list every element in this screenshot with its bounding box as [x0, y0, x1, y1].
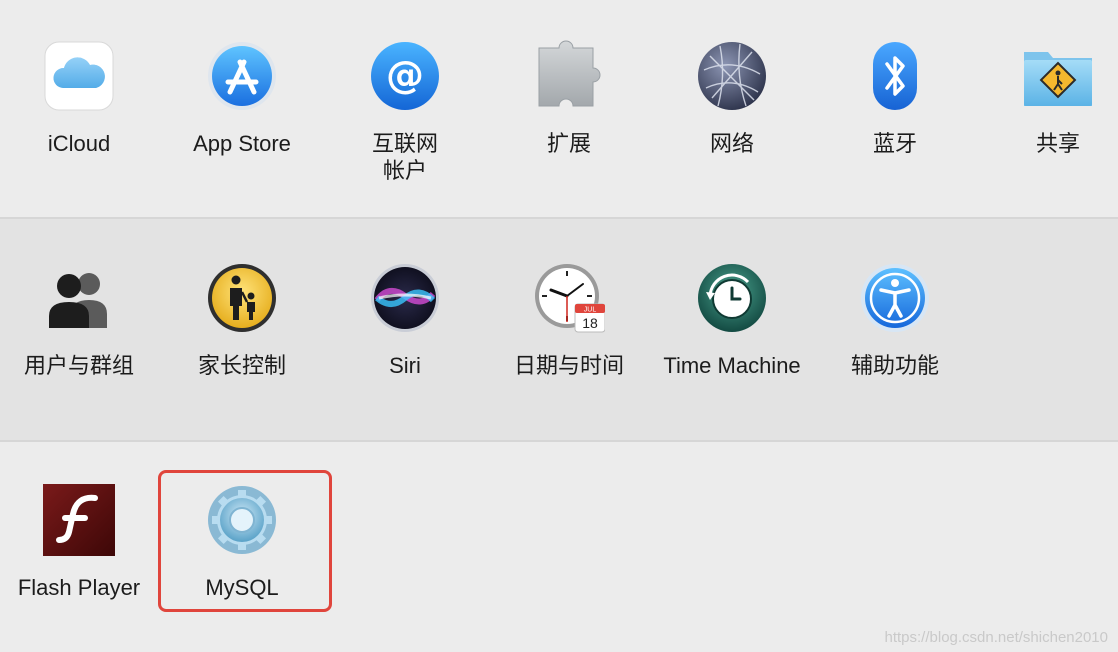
icloud-icon [43, 40, 115, 112]
pref-label: 辅助功能 [850, 353, 939, 378]
pref-label: Flash Player [17, 575, 141, 600]
pref-label: 互联网 帐户 [371, 131, 438, 183]
pref-label: App Store [193, 131, 291, 156]
flash-player-icon [43, 484, 115, 556]
siri-icon [369, 262, 441, 334]
extensions-icon [533, 40, 605, 112]
calendar-day: 18 [582, 315, 598, 331]
pref-label: Time Machine [663, 353, 801, 378]
date-time-icon: JUL 18 [533, 262, 605, 334]
accessibility-icon [859, 262, 931, 334]
pref-label: 网络 [709, 131, 754, 156]
pref-label: 用户与群组 [23, 353, 134, 378]
parental-controls-icon [206, 262, 278, 334]
pref-label: 日期与时间 [513, 353, 624, 378]
svg-text:@: @ [386, 53, 424, 97]
sharing-icon [1022, 40, 1094, 112]
pref-label: Siri [389, 353, 421, 378]
mysql-highlight-box [158, 470, 332, 612]
pref-label: iCloud [47, 131, 111, 156]
pref-label: 蓝牙 [872, 131, 917, 156]
pref-label: 共享 [1035, 131, 1080, 156]
pref-label: 扩展 [546, 131, 591, 156]
users-groups-icon [43, 262, 115, 334]
internet-accounts-icon: @ [369, 40, 441, 112]
watermark: https://blog.csdn.net/shichen2010 [884, 629, 1109, 646]
pref-label: 家长控制 [197, 353, 286, 378]
network-icon [696, 40, 768, 112]
calendar-month: JUL [584, 307, 597, 314]
bluetooth-icon [859, 40, 931, 112]
time-machine-icon [696, 262, 768, 334]
app-store-icon [206, 40, 278, 112]
